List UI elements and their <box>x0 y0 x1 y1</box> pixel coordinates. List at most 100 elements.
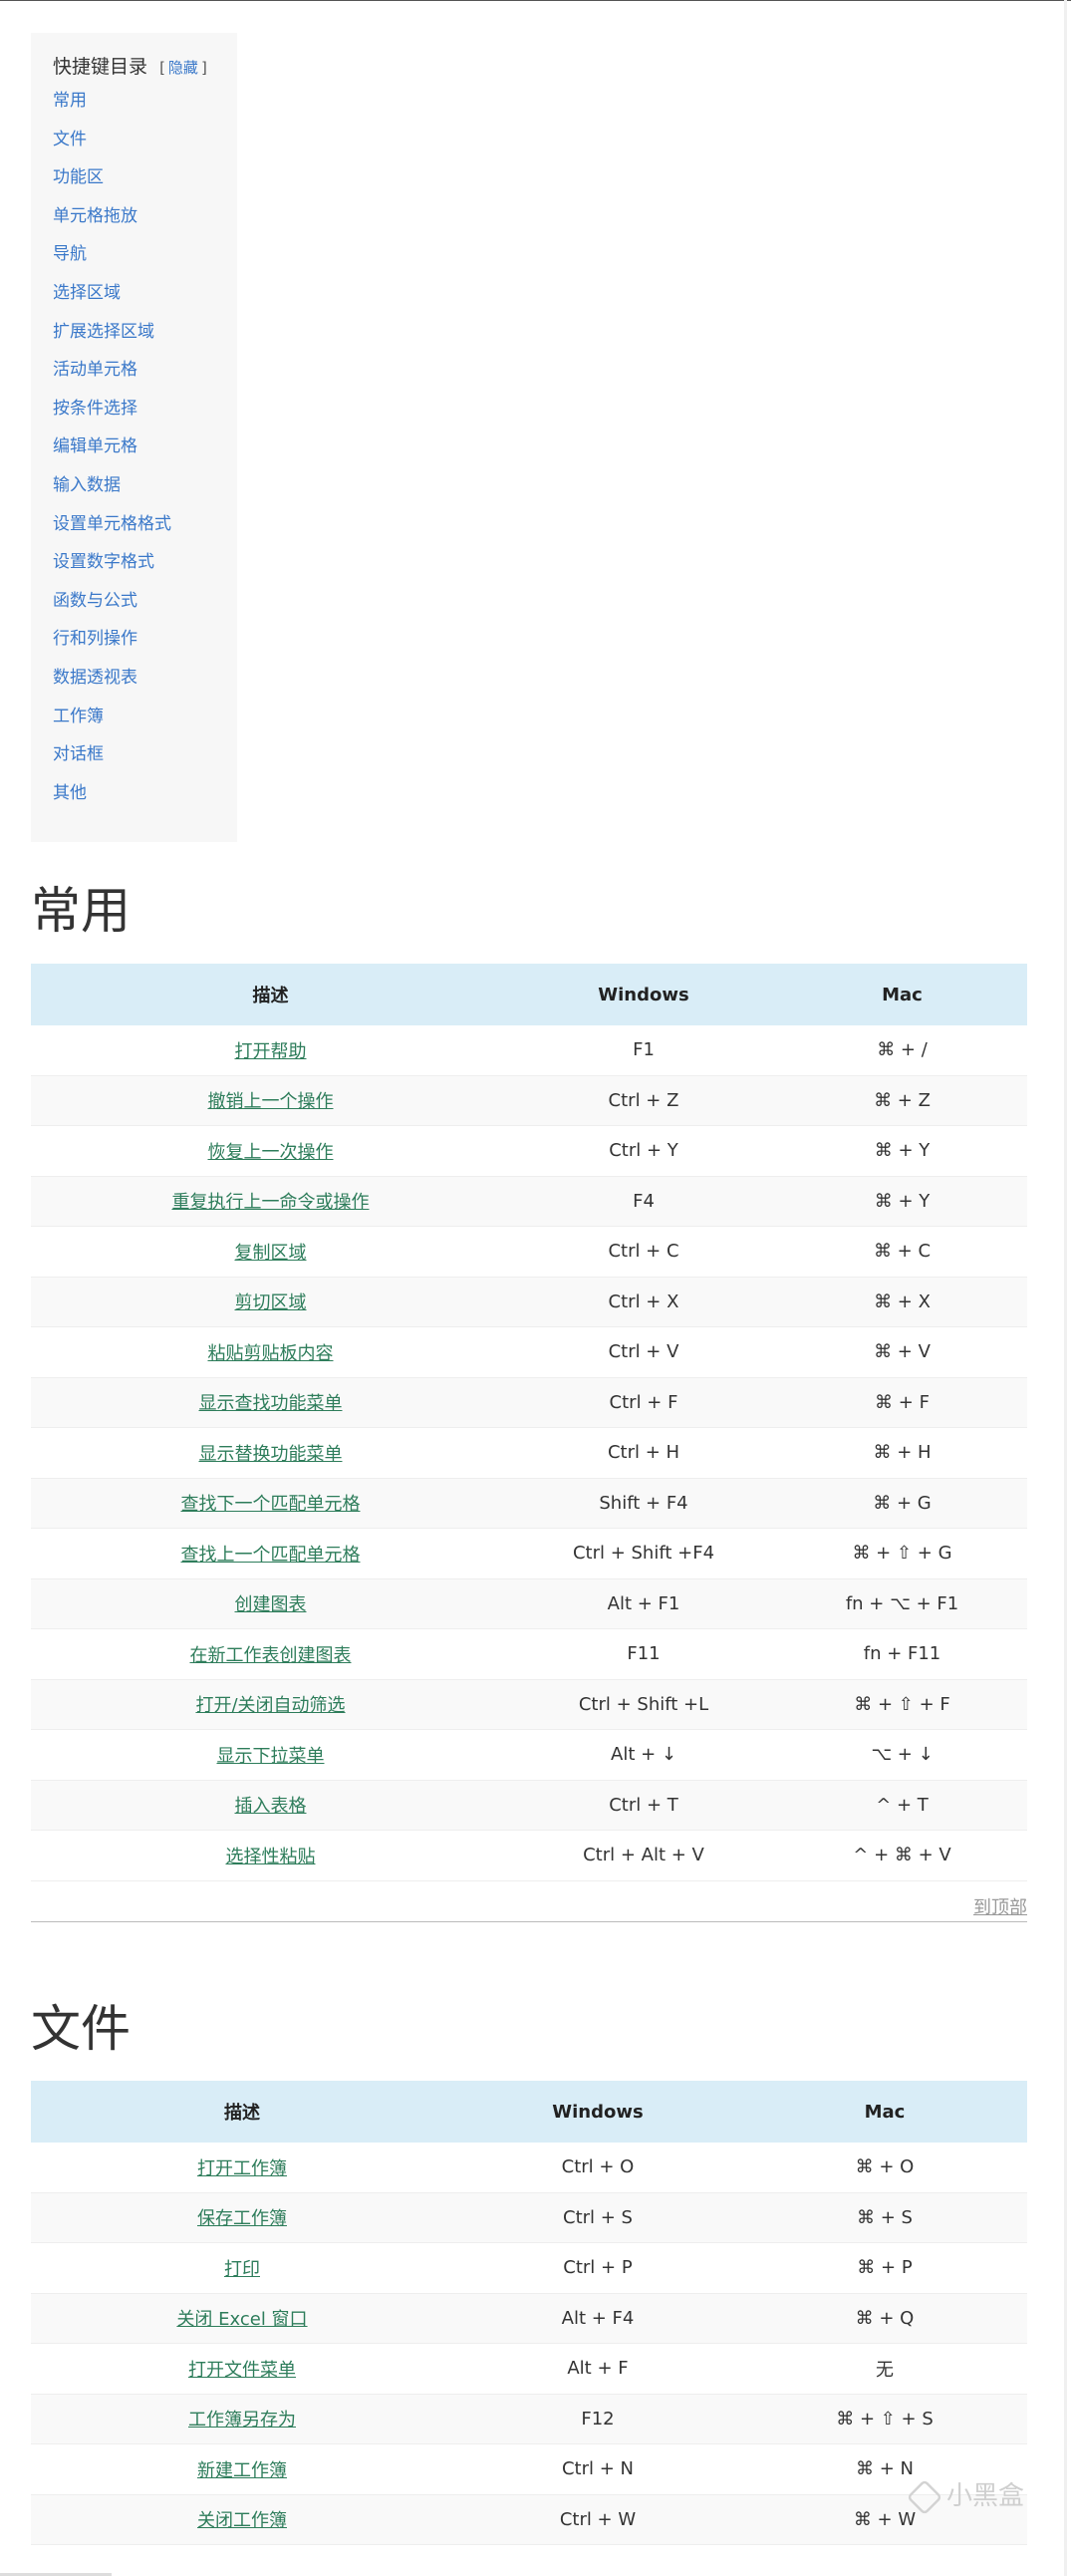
cell-mac-shortcut: ⌘ + C <box>777 1226 1027 1278</box>
cell-windows-shortcut: Ctrl + W <box>453 2494 742 2545</box>
shortcut-desc-link[interactable]: 剪切区域 <box>235 1292 307 1313</box>
toc-link-active-cell[interactable]: 活动单元格 <box>53 360 137 380</box>
table-row: 查找上一个匹配单元格 Ctrl + Shift +F4 ⌘ + ⇧ + G <box>31 1528 1027 1579</box>
toc-link-file[interactable]: 文件 <box>53 130 87 149</box>
top-border <box>0 0 1071 1</box>
toc-item: 对话框 <box>53 742 237 781</box>
cell-windows-shortcut: Ctrl + F <box>510 1377 777 1428</box>
header-mac: Mac <box>742 2081 1027 2143</box>
shortcut-desc-link[interactable]: 复制区域 <box>235 1243 307 1264</box>
shortcut-desc-link[interactable]: 显示查找功能菜单 <box>199 1393 343 1414</box>
cell-mac-shortcut: ^ + T <box>777 1780 1027 1831</box>
cell-windows-shortcut: Alt + F4 <box>453 2293 742 2344</box>
shortcut-desc-link[interactable]: 打开文件菜单 <box>188 2360 296 2381</box>
cell-desc: 工作簿另存为 <box>31 2394 453 2444</box>
shortcut-desc-link[interactable]: 关闭 Excel 窗口 <box>176 2309 307 2330</box>
toc-link-dialog[interactable]: 对话框 <box>53 744 104 764</box>
cell-desc: 打开帮助 <box>31 1025 510 1076</box>
shortcut-desc-link[interactable]: 粘贴剪贴板内容 <box>208 1343 334 1364</box>
toc-link-common[interactable]: 常用 <box>53 91 87 111</box>
shortcut-table-file: 描述 Windows Mac 打开工作簿 Ctrl + O ⌘ + O 保存工作簿 Ct… <box>31 2081 1027 2545</box>
shortcut-desc-link[interactable]: 打开帮助 <box>235 1041 307 1062</box>
toc-link-enter-data[interactable]: 输入数据 <box>53 475 121 495</box>
back-to-top-link[interactable]: 到顶部 <box>973 1893 1027 1919</box>
toc-link-selection[interactable]: 选择区域 <box>53 283 121 303</box>
table-row: 插入表格 Ctrl + T ^ + T <box>31 1780 1027 1831</box>
shortcut-desc-link[interactable]: 打开/关闭自动筛选 <box>195 1695 345 1716</box>
toc-link-formulas[interactable]: 函数与公式 <box>53 591 137 611</box>
toc-item: 设置数字格式 <box>53 550 237 589</box>
shortcut-desc-link[interactable]: 重复执行上一命令或操作 <box>172 1192 370 1213</box>
shortcut-desc-link[interactable]: 保存工作簿 <box>197 2208 287 2229</box>
shortcut-desc-link[interactable]: 显示下拉菜单 <box>217 1746 325 1767</box>
toc-hide-link[interactable]: 隐藏 <box>168 59 198 77</box>
toc-link-pivot-table[interactable]: 数据透视表 <box>53 668 137 688</box>
cell-desc: 插入表格 <box>31 1780 510 1831</box>
cell-desc: 打开文件菜单 <box>31 2343 453 2395</box>
cell-desc: 显示查找功能菜单 <box>31 1377 510 1428</box>
toc-link-navigation[interactable]: 导航 <box>53 244 87 264</box>
table-row: 剪切区域 Ctrl + X ⌘ + X <box>31 1277 1027 1327</box>
toc-item: 工作簿 <box>53 705 237 743</box>
cell-windows-shortcut: Ctrl + V <box>510 1326 777 1378</box>
cell-mac-shortcut: ⌘ + X <box>777 1277 1027 1327</box>
toc-item: 数据透视表 <box>53 666 237 705</box>
shortcut-desc-link[interactable]: 查找上一个匹配单元格 <box>181 1545 361 1566</box>
toc-link-extend-selection[interactable]: 扩展选择区域 <box>53 322 154 342</box>
cell-windows-shortcut: F4 <box>510 1176 777 1227</box>
cell-desc: 关闭工作簿 <box>31 2494 453 2545</box>
toc-link-number-format[interactable]: 设置数字格式 <box>53 552 154 572</box>
cell-mac-shortcut: ⌘ + P <box>742 2242 1027 2294</box>
shortcut-desc-link[interactable]: 新建工作簿 <box>197 2460 287 2481</box>
toc-link-other[interactable]: 其他 <box>53 783 87 803</box>
cell-mac-shortcut: ⌘ + O <box>742 2143 1027 2193</box>
toc-link-ribbon[interactable]: 功能区 <box>53 167 104 187</box>
shortcut-desc-link[interactable]: 查找下一个匹配单元格 <box>181 1494 361 1515</box>
shortcut-table-common: 描述 Windows Mac 打开帮助 F1 ⌘ + / 撤销上一个操作 Ctrl + … <box>31 964 1027 1881</box>
toc-link-workbook[interactable]: 工作簿 <box>53 707 104 726</box>
toc-item: 扩展选择区域 <box>53 320 237 359</box>
toc-link-drag-drop[interactable]: 单元格拖放 <box>53 206 137 226</box>
cell-windows-shortcut: Ctrl + C <box>510 1226 777 1278</box>
cell-mac-shortcut: ⌘ + ⇧ + F <box>777 1679 1027 1730</box>
table-body: 打开工作簿 Ctrl + O ⌘ + O 保存工作簿 Ctrl + S ⌘ + S 打印 Ct… <box>31 2143 1027 2545</box>
header-mac: Mac <box>777 964 1027 1025</box>
toc-item: 按条件选择 <box>53 397 237 435</box>
cell-windows-shortcut: Alt + F1 <box>510 1578 777 1629</box>
table-row: 撤销上一个操作 Ctrl + Z ⌘ + Z <box>31 1075 1027 1126</box>
table-row: 查找下一个匹配单元格 Shift + F4 ⌘ + G <box>31 1478 1027 1529</box>
toc-link-cell-format[interactable]: 设置单元格格式 <box>53 514 171 534</box>
shortcut-desc-link[interactable]: 显示替换功能菜单 <box>199 1444 343 1465</box>
cell-windows-shortcut: Ctrl + Shift +L <box>510 1679 777 1730</box>
toc-item: 导航 <box>53 242 237 281</box>
shortcut-desc-link[interactable]: 撤销上一个操作 <box>208 1091 334 1112</box>
cell-windows-shortcut: F12 <box>453 2394 742 2444</box>
toc-link-select-by-condition[interactable]: 按条件选择 <box>53 399 137 419</box>
shortcut-desc-link[interactable]: 在新工作表创建图表 <box>190 1645 352 1666</box>
cell-windows-shortcut: Alt + F <box>453 2343 742 2395</box>
cell-desc: 打开/关闭自动筛选 <box>31 1679 510 1730</box>
shortcut-desc-link[interactable]: 打开工作簿 <box>197 2158 287 2179</box>
cell-desc: 重复执行上一命令或操作 <box>31 1176 510 1227</box>
shortcut-desc-link[interactable]: 插入表格 <box>235 1796 307 1817</box>
cell-desc: 恢复上一次操作 <box>31 1125 510 1177</box>
scrollbar-track[interactable] <box>1064 0 1067 2576</box>
table-row: 选择性粘贴 Ctrl + Alt + V ^ + ⌘ + V <box>31 1830 1027 1881</box>
cell-windows-shortcut: Ctrl + P <box>453 2242 742 2294</box>
toc-link-edit-cell[interactable]: 编辑单元格 <box>53 436 137 456</box>
shortcut-desc-link[interactable]: 选择性粘贴 <box>226 1847 316 1867</box>
table-header-row: 描述 Windows Mac <box>31 2081 1027 2143</box>
cell-mac-shortcut: 无 <box>742 2343 1027 2395</box>
header-desc: 描述 <box>31 964 510 1025</box>
cell-mac-shortcut: ⌘ + Y <box>777 1125 1027 1177</box>
cell-windows-shortcut: F1 <box>510 1025 777 1076</box>
shortcut-desc-link[interactable]: 关闭工作簿 <box>197 2510 287 2531</box>
cell-mac-shortcut: ⌘ + F <box>777 1377 1027 1428</box>
toc-item: 单元格拖放 <box>53 204 237 243</box>
shortcut-desc-link[interactable]: 创建图表 <box>235 1594 307 1615</box>
shortcut-desc-link[interactable]: 恢复上一次操作 <box>208 1142 334 1163</box>
shortcut-desc-link[interactable]: 工作簿另存为 <box>188 2410 296 2431</box>
shortcut-desc-link[interactable]: 打印 <box>224 2259 260 2280</box>
cell-mac-shortcut: ⌥ + ↓ <box>777 1729 1027 1781</box>
toc-link-rows-columns[interactable]: 行和列操作 <box>53 629 137 649</box>
